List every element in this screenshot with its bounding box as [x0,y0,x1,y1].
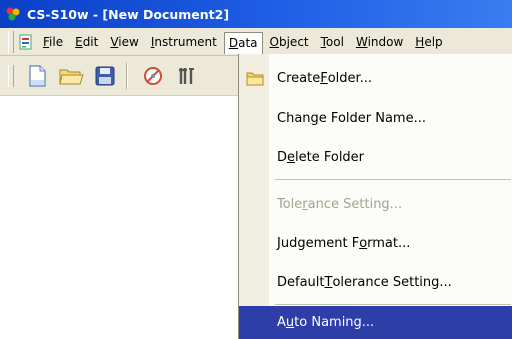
folder-icon [246,70,264,86]
measure-target-icon[interactable] [138,61,168,91]
open-folder-icon[interactable] [56,61,86,91]
menu-item-auto-naming[interactable]: Au to Naming... [239,306,512,339]
menu-item-tolerance-setting: Tole r ance Setting... [277,196,403,212]
menu-edit[interactable]: Edit [70,31,103,53]
toolbar-separator [126,62,128,89]
menu-window[interactable]: Window [351,31,408,53]
window-title: CS-S10w - [New Document2] [27,6,230,22]
menu-tool[interactable]: Tool [316,31,349,53]
menubar-grip[interactable] [8,30,14,53]
menu-item-delete-folder[interactable]: De lete Folder [239,140,512,174]
data-menu-dropdown: Create Folder... Chan g e Folder Name... D… [238,54,512,339]
menu-separator [275,179,511,180]
menu-bar: File Edit View Instrument Data Object To… [0,28,512,56]
menu-view[interactable]: View [105,31,143,53]
menu-file[interactable]: File [38,31,68,53]
menu-instrument[interactable]: Instrument [146,31,222,53]
menu-object[interactable]: Object [265,31,314,53]
save-disk-icon[interactable] [90,61,120,91]
menu-item-change-folder-name[interactable]: Chan g e Folder Name... [239,101,512,135]
menu-item-judgement-format[interactable]: Judgement Fo rmat... [239,226,512,260]
menu-data[interactable]: Data [223,32,263,54]
new-document-icon[interactable] [22,61,52,91]
menu-separator [275,304,511,305]
calibration-tool-icon[interactable] [172,61,202,91]
menu-item-default-tolerance-setting[interactable]: Default Tolerance Setting... [239,265,512,299]
toolbar-grip[interactable] [8,64,14,87]
menu-help[interactable]: Help [410,31,447,53]
document-menu-icon[interactable] [18,34,34,50]
app-icon [4,5,22,23]
title-bar[interactable]: CS-S10w - [New Document2] [0,0,512,28]
menu-item-create-folder[interactable]: Create Folder... [239,61,512,95]
